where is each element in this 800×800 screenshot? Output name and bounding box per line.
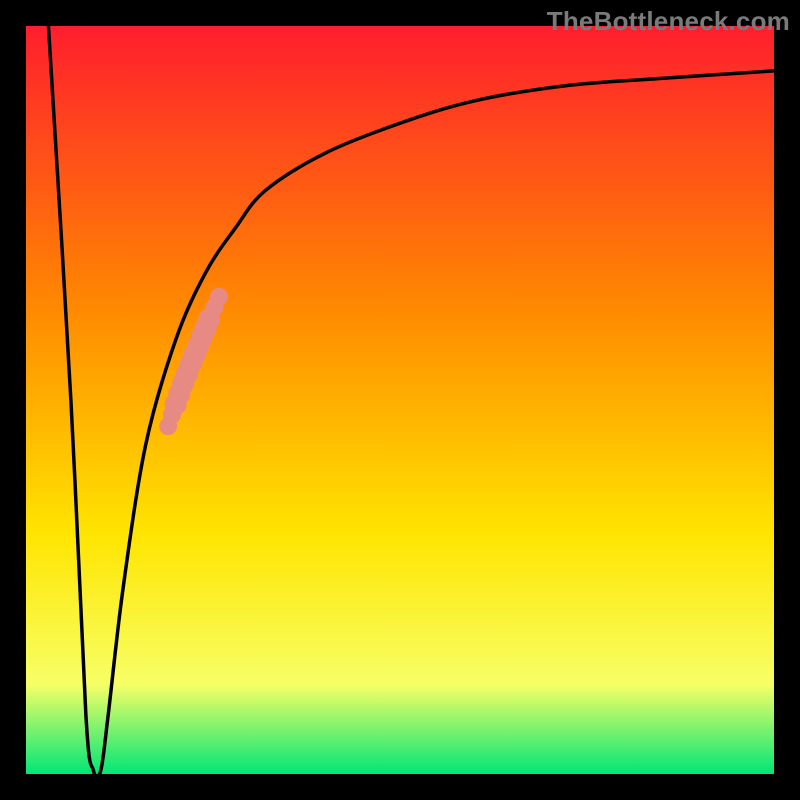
watermark-text: TheBottleneck.com [547,6,790,37]
highlight-dot [210,288,228,306]
chart-root: TheBottleneck.com [0,0,800,800]
plot-area [26,26,774,774]
bottleneck-chart [0,0,800,800]
